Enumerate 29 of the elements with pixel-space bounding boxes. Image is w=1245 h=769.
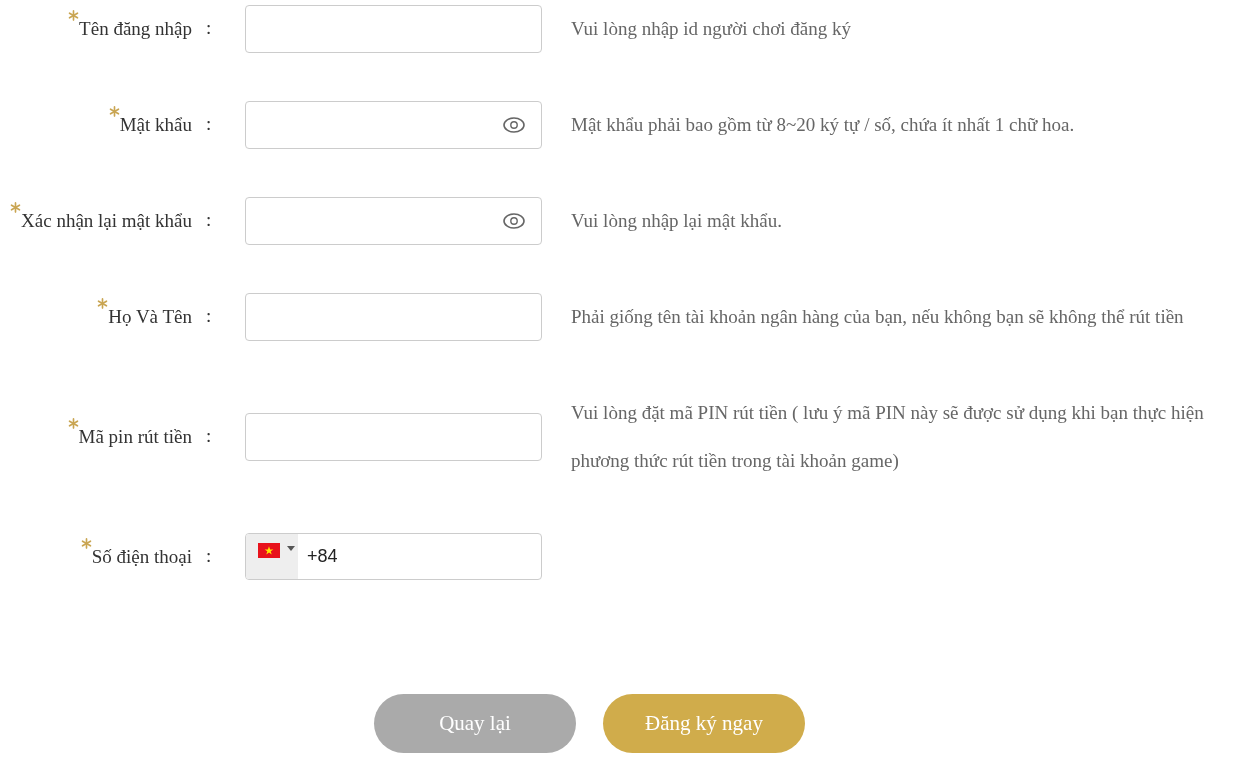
field-label: Mật khẩu — [119, 114, 192, 136]
label-colon: : — [206, 209, 212, 230]
field-label: Tên đăng nhập — [79, 18, 192, 40]
password-field[interactable] — [245, 101, 542, 149]
label-colon: : — [206, 305, 212, 326]
country-select[interactable] — [246, 534, 298, 579]
input-field[interactable] — [245, 413, 542, 461]
password-field[interactable] — [245, 197, 542, 245]
field-label: Họ Và Tên — [108, 306, 192, 328]
flag-icon — [258, 543, 280, 558]
field-label: Số điện thoại — [91, 545, 192, 568]
label-colon: : — [206, 17, 212, 38]
hint-text: Phải giống tên tài khoản ngân hàng của bạn, nếu không bạn sẽ không thể rút tiền — [571, 305, 1185, 329]
label-colon: : — [206, 425, 212, 446]
eye-icon[interactable] — [503, 213, 525, 229]
label-colon: : — [206, 113, 212, 134]
eye-icon[interactable] — [503, 117, 525, 133]
label-colon: : — [206, 544, 212, 566]
input-field[interactable] — [245, 5, 542, 53]
hint-text: Vui lòng đặt mã PIN rút tiền ( lưu ý mã PIN này sẽ được sử dụng khi bạn thực hiện phương thức rút tiền trong tài khoản game) — [571, 401, 1205, 473]
input-field[interactable] — [245, 293, 542, 341]
hint-text: Vui lòng nhập lại mật khẩu. — [571, 209, 783, 233]
caret-icon — [287, 546, 295, 551]
field-label: Mã pin rút tiền — [78, 426, 192, 448]
field-label: Xác nhận lại mật khẩu — [21, 210, 192, 232]
hint-text: Vui lòng nhập id người chơi đăng ký — [571, 17, 852, 41]
hint-text: Mật khẩu phải bao gồm từ 8~20 ký tự / số, chứa ít nhất 1 chữ hoa. — [571, 113, 1076, 137]
phone-number-input[interactable]: +84 — [298, 534, 541, 579]
phone-field[interactable]: +84 — [245, 533, 542, 580]
